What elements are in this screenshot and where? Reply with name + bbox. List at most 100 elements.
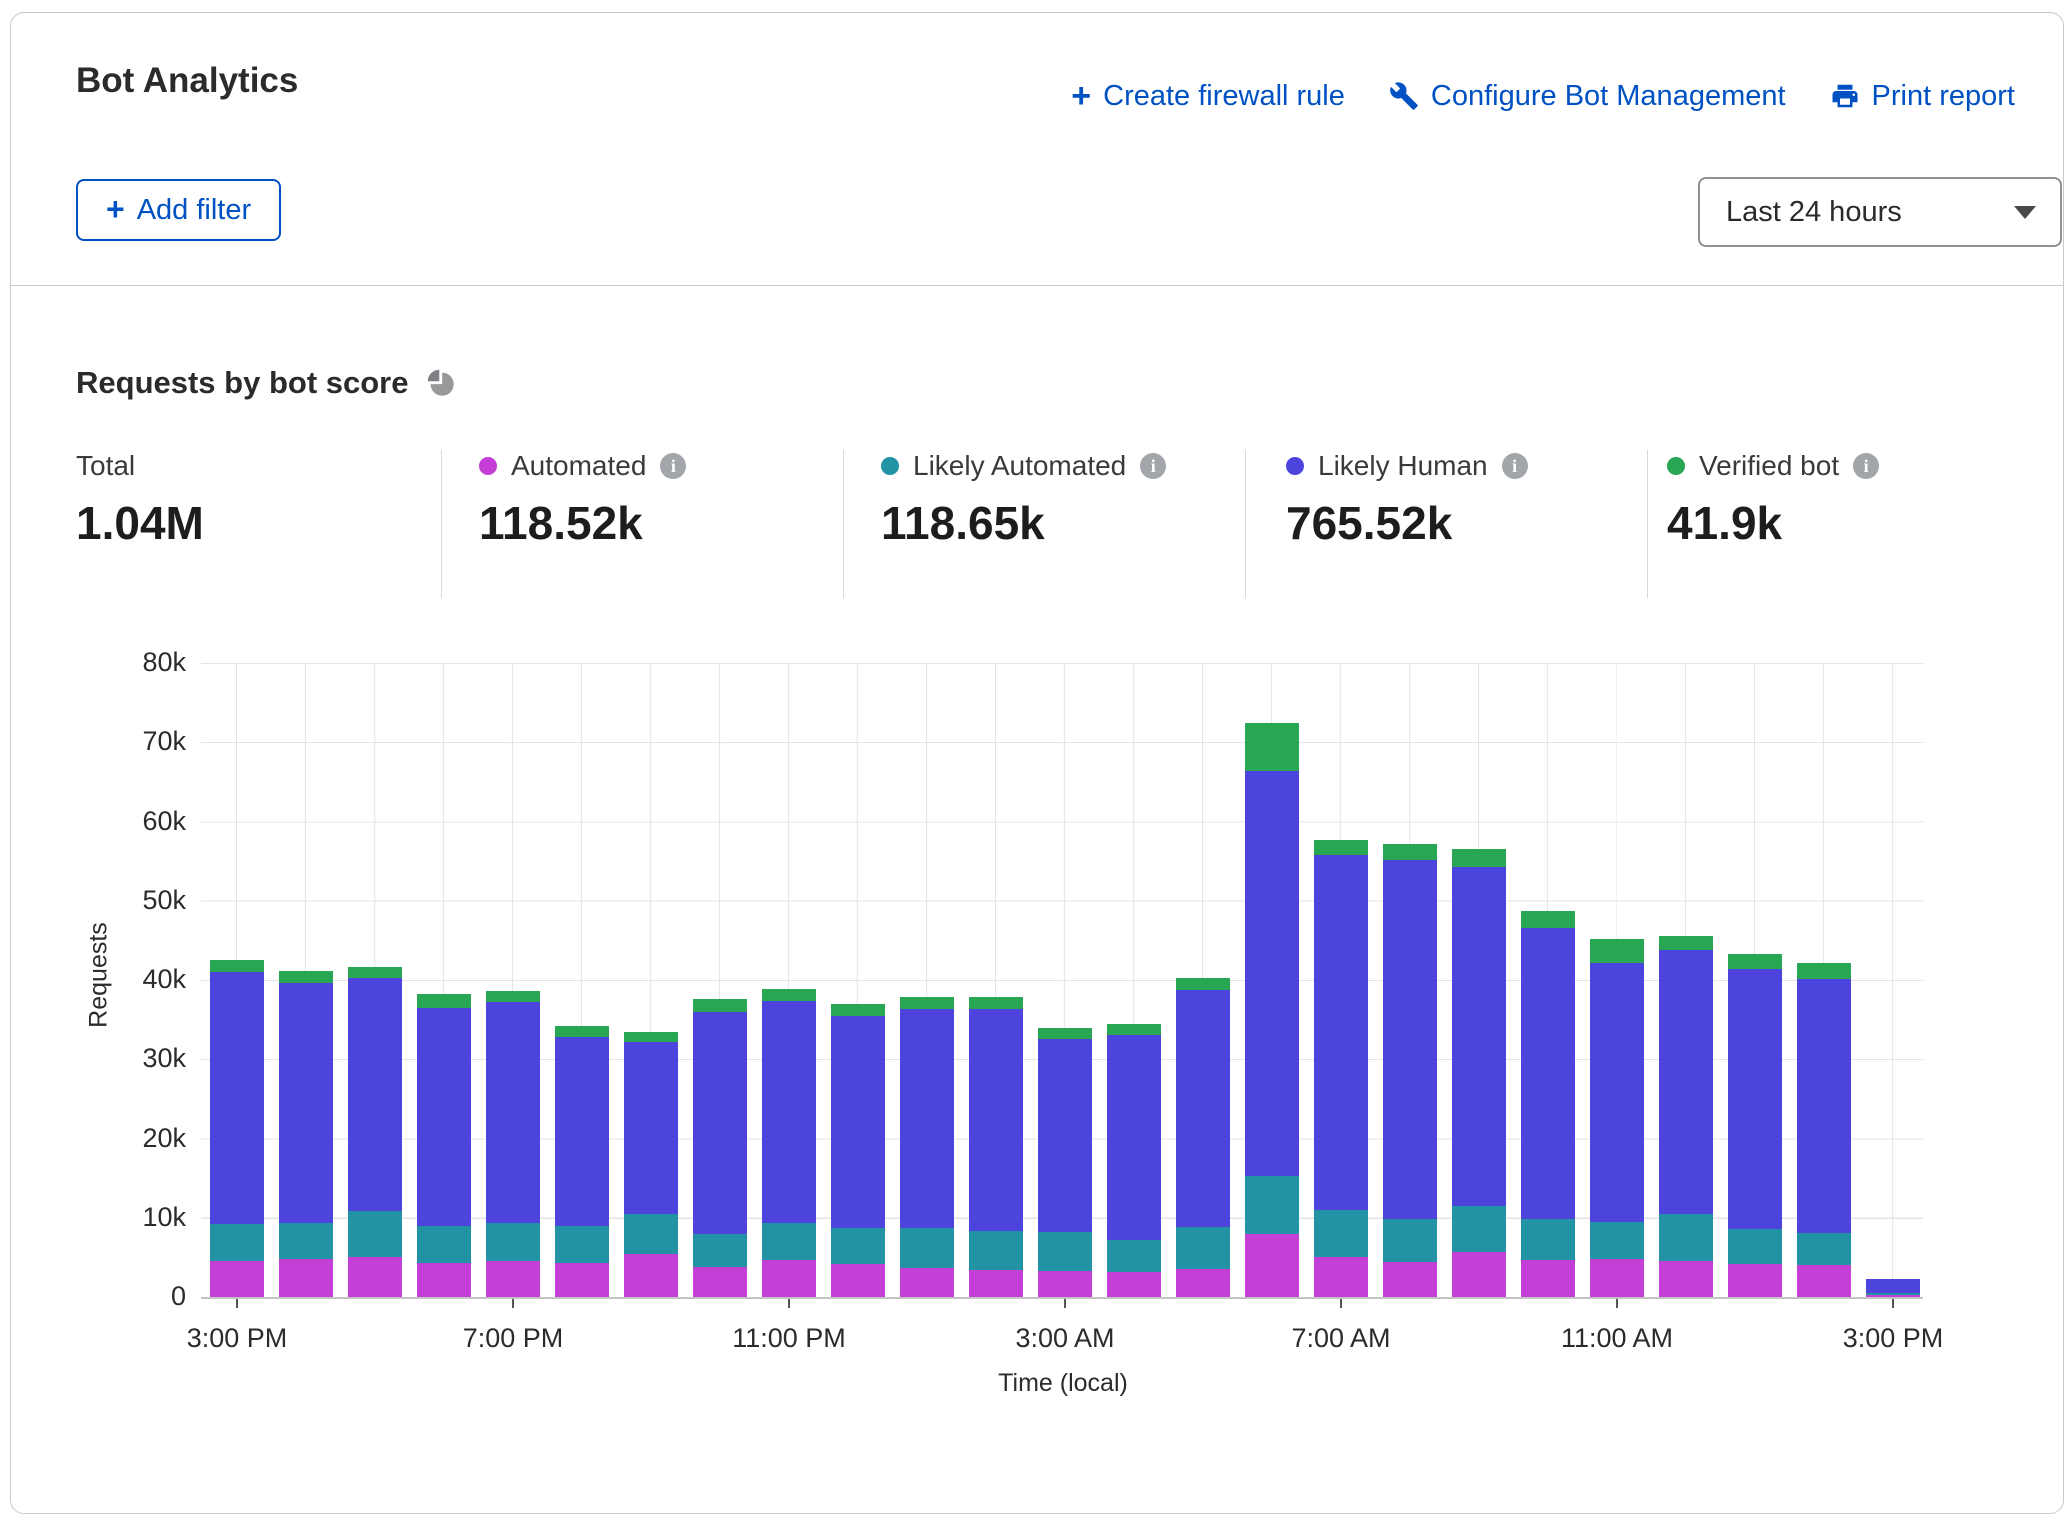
stacked-bar-12am[interactable] — [831, 1004, 885, 1297]
info-icon[interactable]: i — [660, 453, 686, 479]
bar-segment-likely-human — [1038, 1039, 1092, 1232]
y-axis-tick-label: 30k — [66, 1043, 186, 1074]
bar-segment-verified-bot — [624, 1032, 678, 1042]
bar-segment-verified-bot — [555, 1026, 609, 1037]
bar-segment-automated — [1728, 1264, 1782, 1297]
create-firewall-rule-link[interactable]: + Create firewall rule — [1071, 79, 1345, 113]
bar-segment-likely-human — [900, 1009, 954, 1229]
bar-segment-likely-human — [279, 983, 333, 1223]
bar-segment-automated — [1107, 1272, 1161, 1297]
bar-segment-verified-bot — [1659, 936, 1713, 949]
stacked-bar-10am[interactable] — [1521, 911, 1575, 1297]
add-filter-button[interactable]: + Add filter — [76, 179, 281, 241]
bar-segment-likely-human — [969, 1009, 1023, 1232]
stacked-bar-11am[interactable] — [1590, 939, 1644, 1297]
header-divider — [11, 285, 2063, 286]
printer-icon — [1830, 81, 1860, 111]
bar-segment-automated — [279, 1259, 333, 1297]
y-axis-tick-label: 60k — [66, 806, 186, 837]
configure-bot-management-link[interactable]: Configure Bot Management — [1389, 80, 1786, 113]
bar-segment-likely-automated — [1590, 1222, 1644, 1259]
bar-segment-likely-automated — [1521, 1219, 1575, 1259]
time-range-select[interactable]: Last 24 hours — [1698, 177, 2062, 247]
stacked-bar-7am[interactable] — [1314, 840, 1368, 1297]
stat-verified-bot: Verified boti41.9k — [1667, 450, 1879, 550]
bar-segment-automated — [969, 1270, 1023, 1297]
bar-segment-likely-automated — [348, 1211, 402, 1257]
bar-segment-likely-human — [210, 972, 264, 1224]
stacked-bar-5am[interactable] — [1176, 978, 1230, 1297]
y-axis-tick-label: 70k — [66, 726, 186, 757]
bar-segment-likely-automated — [693, 1234, 747, 1267]
bar-segment-likely-automated — [831, 1228, 885, 1264]
stacked-bar-4am[interactable] — [1107, 1024, 1161, 1297]
bar-segment-likely-human — [1659, 950, 1713, 1214]
stat-total: Total 1.04M — [76, 450, 204, 550]
legend-dot — [881, 457, 899, 475]
bar-segment-likely-human — [762, 1001, 816, 1223]
info-icon[interactable]: i — [1853, 453, 1879, 479]
bar-segment-automated — [1383, 1262, 1437, 1297]
bar-segment-likely-automated — [1314, 1210, 1368, 1258]
bar-segment-automated — [1866, 1295, 1920, 1297]
chart-bars — [201, 663, 1923, 1297]
bar-segment-automated — [624, 1254, 678, 1297]
legend-dot — [1286, 457, 1304, 475]
x-axis-tick — [1892, 1299, 1894, 1308]
bar-segment-likely-automated — [1728, 1229, 1782, 1264]
stacked-bar-2am[interactable] — [969, 997, 1023, 1297]
stacked-bar-12pm[interactable] — [1659, 936, 1713, 1297]
stacked-bar-9am[interactable] — [1452, 849, 1506, 1297]
bar-segment-automated — [1314, 1257, 1368, 1297]
plus-icon: + — [106, 193, 125, 225]
x-axis-tick-label: 7:00 PM — [463, 1323, 564, 1354]
stat-label: Total — [76, 450, 135, 482]
x-axis-tick — [1064, 1299, 1066, 1308]
stacked-bar-1pm[interactable] — [1728, 954, 1782, 1297]
configure-bot-management-label: Configure Bot Management — [1431, 80, 1786, 113]
info-icon[interactable]: i — [1140, 453, 1166, 479]
stat-value: 1.04M — [76, 496, 204, 550]
stacked-bar-3pm[interactable] — [1866, 1279, 1920, 1297]
stat-value: 118.65k — [881, 496, 1166, 550]
x-axis-tick — [788, 1299, 790, 1308]
stacked-bar-8am[interactable] — [1383, 844, 1437, 1297]
stacked-bar-6am[interactable] — [1245, 723, 1299, 1297]
stacked-bar-7pm[interactable] — [486, 991, 540, 1297]
bar-segment-likely-automated — [1038, 1232, 1092, 1271]
bar-segment-likely-human — [624, 1042, 678, 1214]
stacked-bar-8pm[interactable] — [555, 1026, 609, 1297]
section-title-row: Requests by bot score — [76, 365, 456, 401]
stacked-bar-10pm[interactable] — [693, 999, 747, 1297]
wrench-icon — [1389, 81, 1419, 111]
stat-label: Automated — [511, 450, 646, 482]
bar-segment-likely-automated — [1176, 1227, 1230, 1269]
stacked-bar-2pm[interactable] — [1797, 963, 1851, 1297]
bar-segment-automated — [1659, 1261, 1713, 1297]
stacked-bar-3am[interactable] — [1038, 1028, 1092, 1297]
stat-label: Verified bot — [1699, 450, 1839, 482]
stacked-bar-11pm[interactable] — [762, 989, 816, 1297]
stacked-bar-6pm[interactable] — [417, 994, 471, 1297]
stacked-bar-3pm[interactable] — [210, 960, 264, 1297]
info-icon[interactable]: i — [1502, 453, 1528, 479]
bar-segment-verified-bot — [210, 960, 264, 972]
add-filter-label: Add filter — [137, 194, 251, 227]
y-axis-tick-label: 80k — [66, 647, 186, 678]
bar-segment-likely-automated — [1452, 1206, 1506, 1252]
bar-segment-verified-bot — [1107, 1024, 1161, 1034]
stacked-bar-1am[interactable] — [900, 997, 954, 1297]
bar-segment-automated — [1797, 1265, 1851, 1297]
stacked-bar-4pm[interactable] — [279, 971, 333, 1297]
print-report-link[interactable]: Print report — [1830, 80, 2015, 113]
bar-segment-verified-bot — [969, 997, 1023, 1009]
stacked-bar-5pm[interactable] — [348, 967, 402, 1297]
bar-segment-automated — [486, 1261, 540, 1297]
bar-segment-automated — [900, 1268, 954, 1297]
stat-divider — [1647, 450, 1648, 598]
bar-segment-verified-bot — [693, 999, 747, 1012]
bar-segment-verified-bot — [1590, 939, 1644, 963]
bar-segment-likely-automated — [417, 1226, 471, 1262]
bar-segment-verified-bot — [417, 994, 471, 1008]
stacked-bar-9pm[interactable] — [624, 1032, 678, 1297]
